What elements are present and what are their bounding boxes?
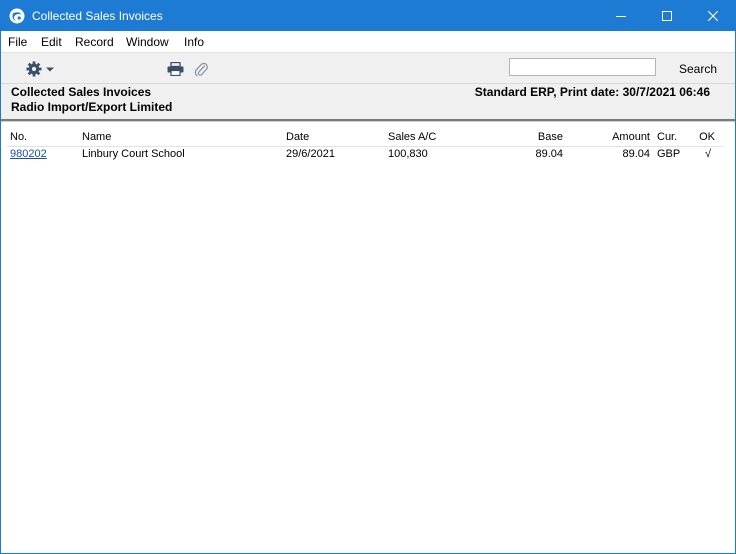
menu-edit[interactable]: Edit (41, 35, 62, 49)
printer-icon (167, 61, 184, 77)
search-input[interactable] (509, 58, 656, 76)
minimize-button[interactable] (598, 1, 644, 31)
toolbar: Search (1, 52, 735, 84)
menu-bar: File Edit Record Window Info (1, 31, 735, 52)
gear-icon (26, 61, 54, 77)
close-button[interactable] (690, 1, 736, 31)
column-header-base: Base (537, 131, 563, 143)
maximize-icon (662, 11, 672, 21)
report-table: No. Name Date Sales A/C Base Amount Cur.… (1, 122, 735, 553)
column-header-amount: Amount (612, 131, 650, 143)
ok-checkmark: √ (704, 148, 711, 160)
amount: 89.04 (622, 148, 650, 160)
close-icon (708, 11, 718, 21)
minimize-icon (616, 16, 626, 17)
base-amount: 89.04 (535, 148, 563, 160)
operations-menu-button[interactable] (26, 61, 56, 80)
column-header-date: Date (286, 131, 310, 143)
column-header-currency: Cur. (657, 131, 678, 143)
column-header-ok: OK (699, 131, 715, 143)
attach-button[interactable] (194, 61, 208, 80)
column-header-sales-ac: Sales A/C (388, 131, 437, 143)
column-header-name: Name (82, 131, 112, 143)
customer-name: Linbury Court School (82, 148, 185, 160)
currency: GBP (657, 148, 681, 160)
menu-info[interactable]: Info (184, 35, 204, 49)
maximize-button[interactable] (644, 1, 690, 31)
invoice-number-link[interactable]: 980202 (10, 148, 47, 160)
print-button[interactable] (167, 61, 184, 79)
paperclip-icon (194, 62, 208, 77)
menu-record[interactable]: Record (75, 35, 114, 49)
print-date: Standard ERP, Print date: 30/7/2021 06:4… (474, 85, 710, 99)
column-header-divider (7, 146, 723, 147)
search-button[interactable]: Search (679, 62, 717, 76)
menu-window[interactable]: Window (126, 35, 169, 49)
report-header: Collected Sales Invoices Radio Import/Ex… (1, 83, 735, 120)
column-header-no: No. (10, 131, 28, 143)
chevron-down-icon (46, 67, 54, 72)
sales-account: 100,830 (388, 148, 428, 160)
invoice-date: 29/6/2021 (286, 148, 335, 160)
company-name: Radio Import/Export Limited (11, 100, 173, 114)
app-logo-icon (9, 8, 25, 24)
window-title: Collected Sales Invoices (32, 9, 163, 23)
title-bar[interactable]: Collected Sales Invoices (1, 1, 735, 31)
report-title: Collected Sales Invoices (11, 85, 152, 99)
menu-file[interactable]: File (8, 35, 27, 49)
app-window: Collected Sales Invoices File Edit Recor… (0, 0, 736, 554)
